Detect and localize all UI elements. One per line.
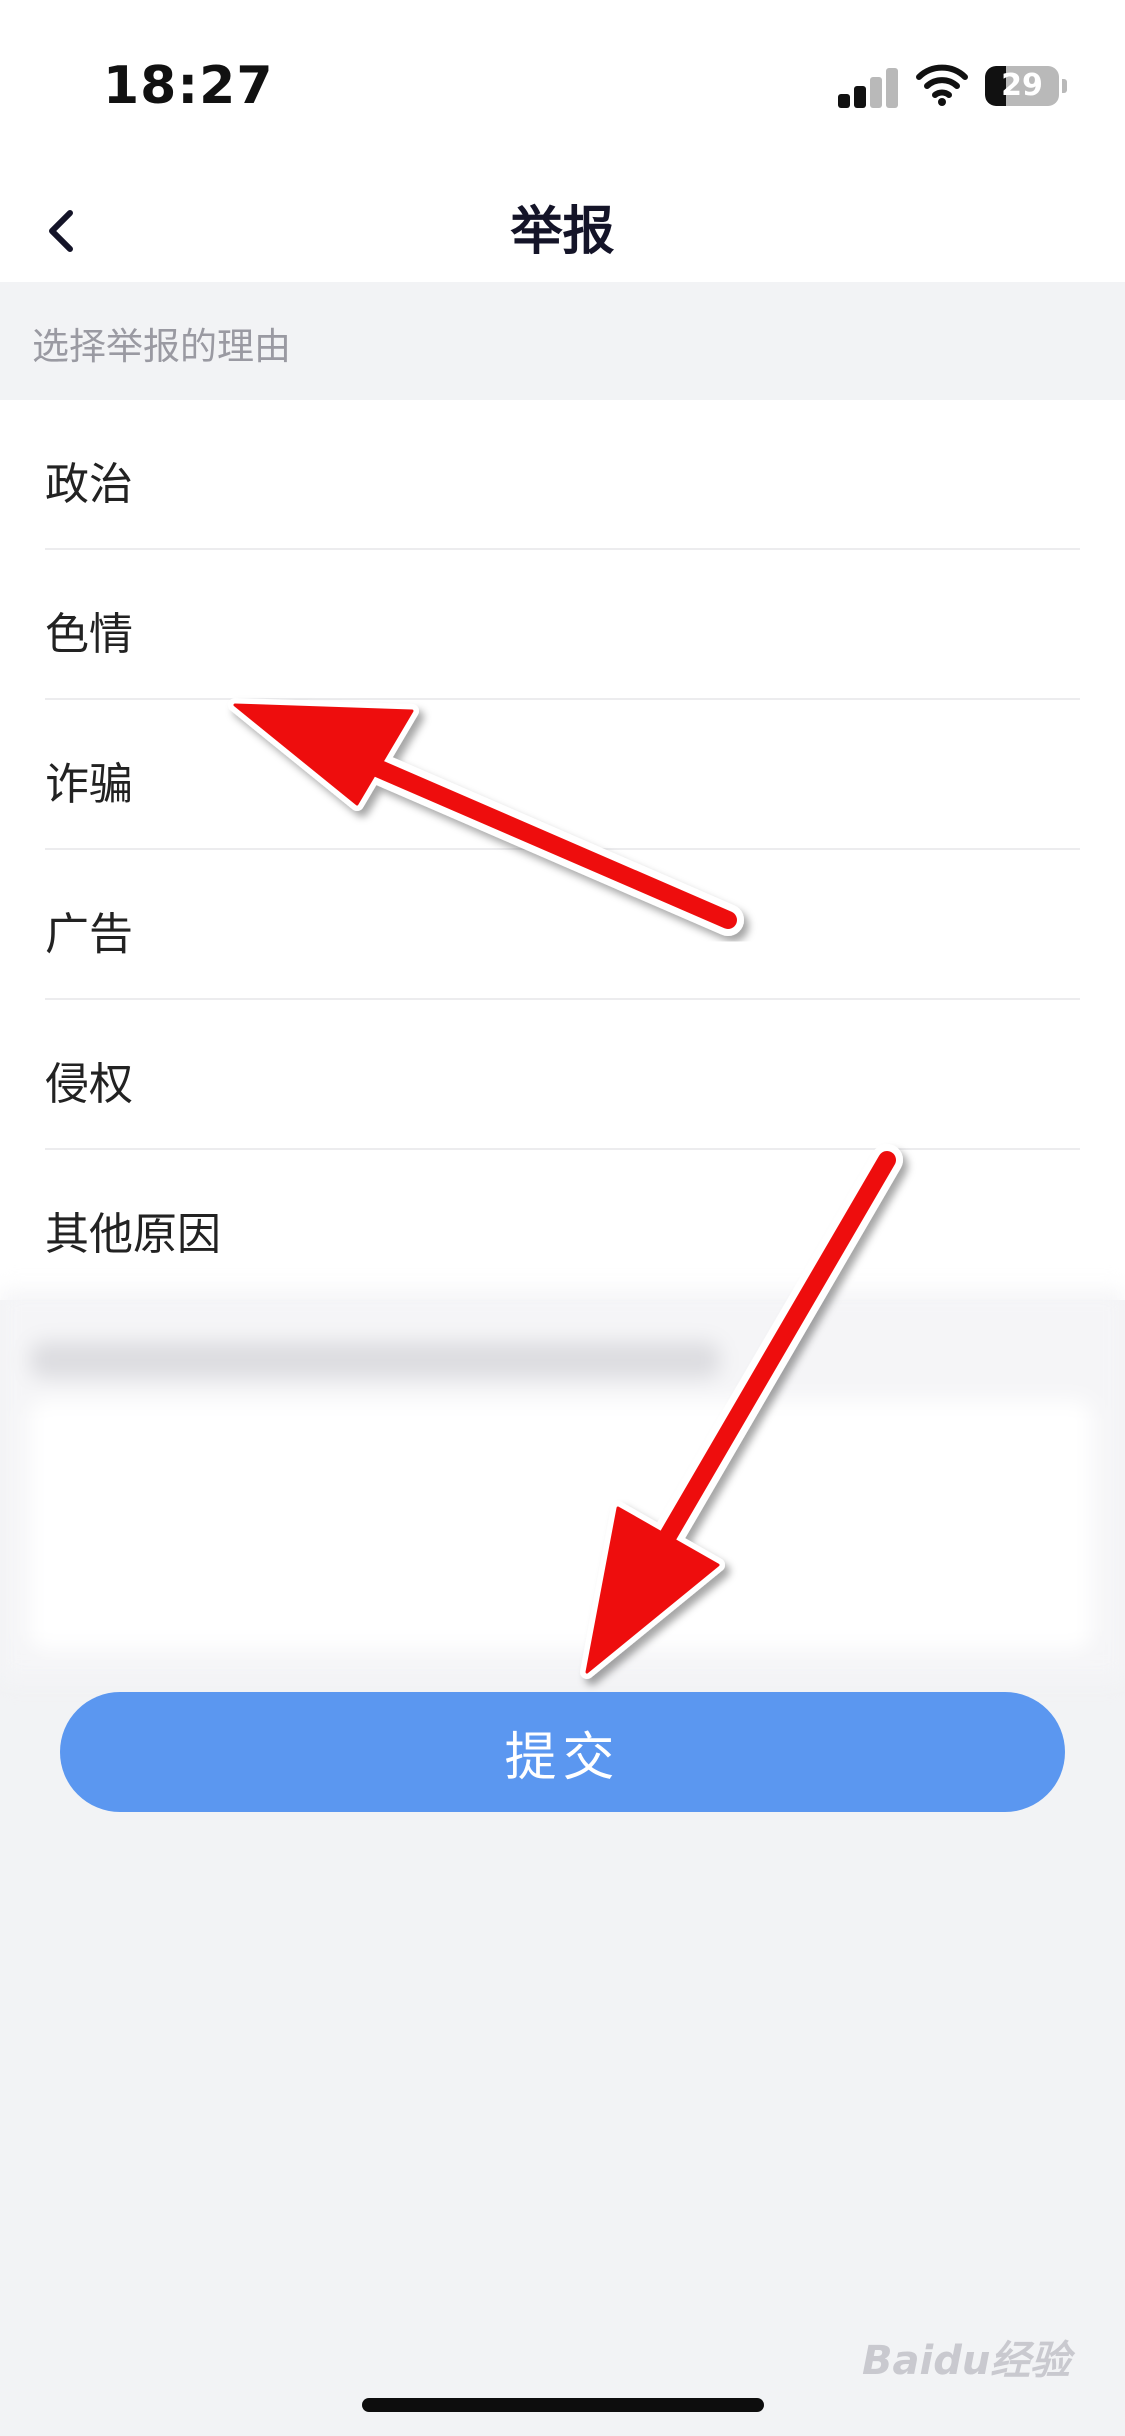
reason-item-porn[interactable]: 色情: [0, 550, 1125, 700]
baidu-watermark: Baidu经验: [862, 2338, 1071, 2384]
reason-item-other[interactable]: 其他原因: [0, 1150, 1125, 1300]
battery-level: 29: [1001, 68, 1043, 103]
blurred-description-area: [0, 1290, 1125, 1680]
reason-item-fraud[interactable]: 诈骗: [0, 700, 1125, 850]
signal-icon: [838, 66, 898, 108]
nav-bar: 举报: [0, 175, 1125, 282]
status-time: 18:27: [103, 56, 274, 116]
reason-item-infringement[interactable]: 侵权: [0, 1000, 1125, 1150]
submit-button[interactable]: 提交: [60, 1692, 1065, 1812]
reason-label: 诈骗: [45, 759, 133, 810]
battery-icon: 29: [985, 66, 1067, 106]
reason-label: 政治: [45, 459, 133, 510]
blurred-hint-text: [30, 1342, 720, 1378]
reason-label: 侵权: [45, 1059, 133, 1110]
reason-item-ad[interactable]: 广告: [0, 850, 1125, 1000]
wifi-icon: [916, 62, 968, 106]
status-bar: 18:27 29: [0, 0, 1125, 175]
page-title: 举报: [510, 202, 615, 262]
description-textarea[interactable]: [28, 1400, 1093, 1650]
home-indicator[interactable]: [362, 2398, 764, 2412]
reason-label: 其他原因: [45, 1209, 221, 1260]
reason-list: 政治 色情 诈骗 广告 侵权 其他原因: [0, 400, 1125, 1300]
reason-label: 广告: [45, 909, 133, 960]
section-hint: 选择举报的理由: [32, 325, 291, 368]
reason-item-politics[interactable]: 政治: [0, 400, 1125, 550]
reason-label: 色情: [45, 609, 133, 660]
